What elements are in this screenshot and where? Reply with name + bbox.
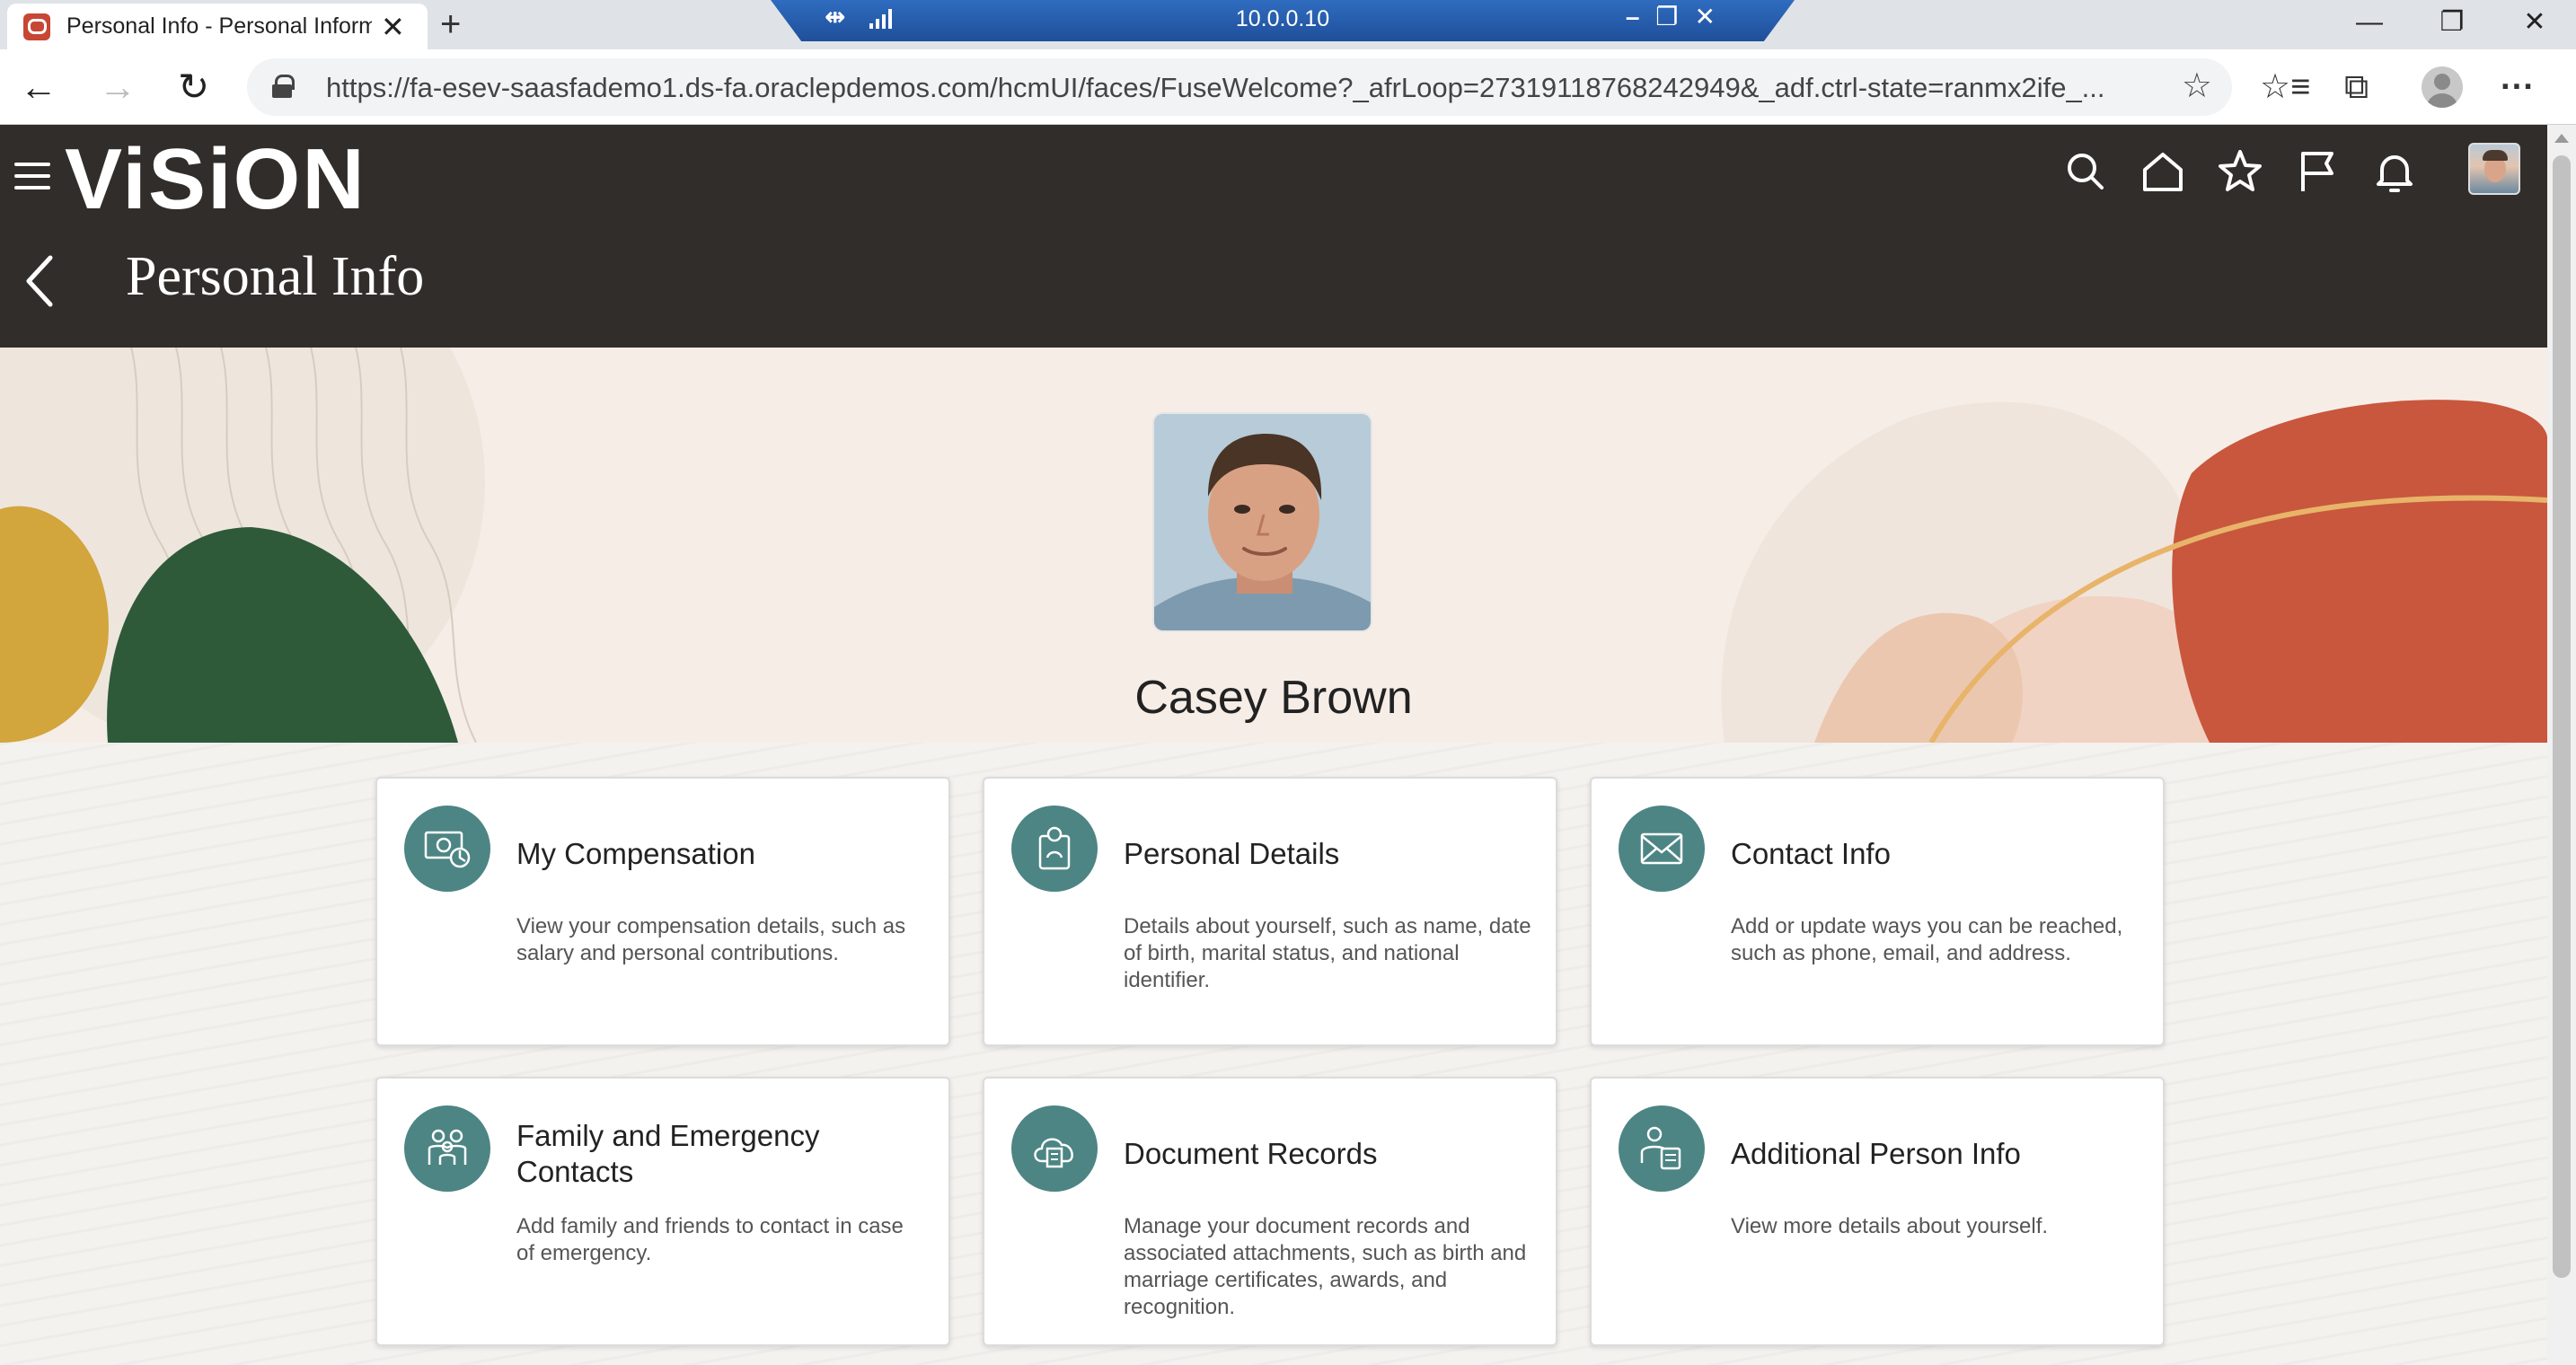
card-family-emergency-contacts[interactable]: Family and Emergency Contacts Add family… <box>375 1077 950 1346</box>
user-avatar[interactable] <box>2468 143 2520 195</box>
remote-session-bar: ⇹ 10.0.0.10 –❐✕ <box>771 0 1795 41</box>
window-controls: — ❐ ✕ <box>2328 0 2576 45</box>
oracle-favicon-icon <box>23 13 50 40</box>
close-window-button[interactable]: ✕ <box>2493 0 2576 45</box>
new-tab-button[interactable]: + <box>440 4 461 45</box>
app-header: ViSiON Personal Info <box>0 125 2547 348</box>
card-description: Manage your document records and associa… <box>1124 1214 1527 1319</box>
browser-tab[interactable]: Personal Info - Personal Informat ✕ <box>7 4 428 49</box>
minimize-button[interactable]: — <box>2328 0 2411 45</box>
url-field[interactable]: https://fa-esev-saasfademo1.ds-fa.oracle… <box>247 58 2232 116</box>
flag-icon[interactable] <box>2292 146 2342 197</box>
card-title: Contact Info <box>1731 837 1891 870</box>
envelope-icon <box>1619 806 1705 892</box>
home-icon[interactable] <box>2138 146 2188 197</box>
card-additional-person-info[interactable]: Additional Person Info View more details… <box>1590 1077 2165 1346</box>
card-title: Document Records <box>1124 1137 1378 1170</box>
person-icon <box>1011 806 1098 892</box>
scrollbar-thumb[interactable] <box>2553 155 2571 1278</box>
profile-photo[interactable] <box>1152 412 1372 632</box>
card-document-records[interactable]: Document Records Manage your document re… <box>983 1077 1557 1346</box>
family-icon <box>404 1105 490 1192</box>
card-description: Add or update ways you can be reached, s… <box>1731 914 2123 965</box>
tab-close-icon[interactable]: ✕ <box>381 10 405 44</box>
profile-hero-banner: Casey Brown <box>0 348 2547 743</box>
vision-logo[interactable]: ViSiON <box>65 130 366 229</box>
back-chevron-icon[interactable] <box>23 254 56 308</box>
hamburger-menu-icon[interactable] <box>14 163 50 189</box>
browser-tab-bar: Personal Info - Personal Informat ✕ + ⇹ … <box>0 0 2576 49</box>
page-scrollbar[interactable] <box>2547 125 2576 1365</box>
remote-session-controls[interactable]: –❐✕ <box>1626 2 1732 31</box>
compensation-icon <box>404 806 490 892</box>
card-description: Add family and friends to contact in cas… <box>516 1214 904 1265</box>
favorites-star-icon[interactable] <box>2215 146 2265 197</box>
scroll-up-arrow-icon[interactable] <box>2554 134 2569 143</box>
card-my-compensation[interactable]: My Compensation View your compensation d… <box>375 777 950 1046</box>
browser-address-bar: ← → ↻ https://fa-esev-saasfademo1.ds-fa.… <box>0 49 2576 125</box>
favorites-list-icon[interactable]: ☆≡ <box>2260 64 2310 110</box>
search-icon[interactable] <box>2060 146 2111 197</box>
card-description: Details about yourself, such as name, da… <box>1124 914 1531 992</box>
card-title: Personal Details <box>1124 837 1340 870</box>
refresh-button[interactable]: ↻ <box>178 62 209 112</box>
profile-photo-image <box>1154 414 1371 630</box>
url-text[interactable]: https://fa-esev-saasfademo1.ds-fa.oracle… <box>326 72 2122 104</box>
page-title: Personal Info <box>126 246 425 307</box>
favorite-star-icon[interactable]: ☆ <box>2182 66 2212 106</box>
person-name: Casey Brown <box>1134 672 1413 724</box>
card-title: Additional Person Info <box>1731 1137 2021 1170</box>
card-description: View your compensation details, such as … <box>516 914 906 965</box>
card-description: View more details about yourself. <box>1731 1214 2049 1238</box>
card-contact-info[interactable]: Contact Info Add or update ways you can … <box>1590 777 2165 1046</box>
card-title: My Compensation <box>516 837 755 870</box>
back-button[interactable]: ← <box>20 62 57 112</box>
collections-icon[interactable]: ⧉ <box>2344 64 2369 110</box>
forward-button[interactable]: → <box>99 62 137 112</box>
browser-profile-icon[interactable] <box>2422 66 2463 108</box>
notifications-bell-icon[interactable] <box>2369 146 2420 197</box>
card-title: Family and Emergency Contacts <box>516 1119 820 1188</box>
document-cloud-icon <box>1011 1105 1098 1192</box>
person-info-icon <box>1619 1105 1705 1192</box>
card-personal-details[interactable]: Personal Details Details about yourself,… <box>983 777 1557 1046</box>
tab-title: Personal Info - Personal Informat <box>66 13 372 39</box>
restore-button[interactable]: ❐ <box>2411 0 2493 45</box>
personal-info-tiles: My Compensation View your compensation d… <box>0 743 2547 1365</box>
more-menu-icon[interactable]: ··· <box>2501 64 2535 110</box>
lock-icon <box>272 75 295 98</box>
